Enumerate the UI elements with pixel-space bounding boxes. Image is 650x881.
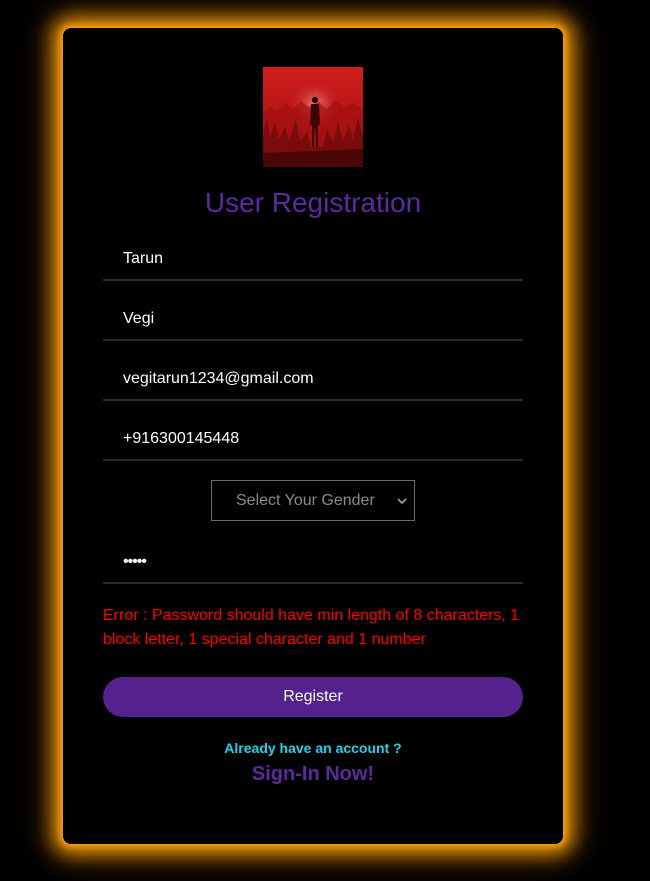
phone-input[interactable]	[103, 419, 523, 459]
error-message: Error : Password should have min length …	[103, 607, 520, 648]
gender-select-value: Select Your Gender	[236, 492, 375, 509]
logo-illustration	[263, 67, 363, 167]
page-title: User Registration	[204, 187, 422, 218]
first-name-input[interactable]	[103, 239, 523, 279]
register-button[interactable]: Register	[103, 677, 523, 717]
logo-image	[263, 67, 363, 167]
chevron-down-icon	[397, 498, 407, 505]
last-name-input[interactable]	[103, 299, 523, 339]
last-name-field[interactable]	[103, 299, 523, 341]
email-input[interactable]	[103, 359, 523, 399]
phone-field[interactable]	[103, 419, 523, 461]
password-field[interactable]	[103, 542, 523, 584]
email-field[interactable]	[103, 359, 523, 401]
gender-select[interactable]: Select Your Gender	[211, 480, 415, 521]
registration-card: User Registration Select Your Gender Err…	[63, 28, 563, 844]
first-name-field[interactable]	[103, 239, 523, 281]
already-have-account-text: Already have an account ?	[224, 740, 402, 756]
password-input[interactable]	[103, 542, 523, 582]
sign-in-link[interactable]: Sign-In Now!	[63, 762, 563, 786]
